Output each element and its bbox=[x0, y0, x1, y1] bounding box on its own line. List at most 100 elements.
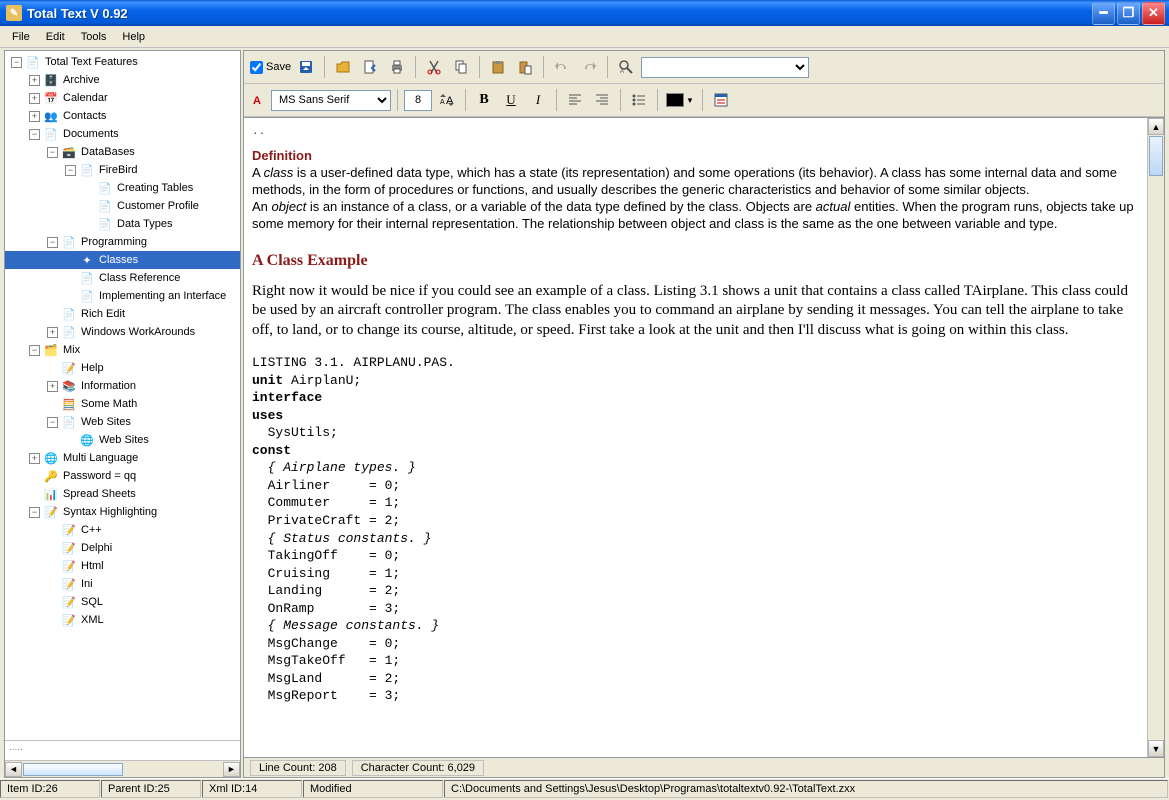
tree-item-icon: 🌐 bbox=[79, 432, 95, 448]
tree-expander[interactable]: + bbox=[29, 93, 40, 104]
tree-item[interactable]: 📄Class Reference bbox=[5, 269, 240, 287]
save-to-button[interactable] bbox=[294, 55, 318, 79]
bullets-button[interactable] bbox=[627, 88, 651, 112]
scroll-left-button[interactable]: ◄ bbox=[5, 762, 22, 777]
tree-item[interactable]: ✦Classes bbox=[5, 251, 240, 269]
search-combo[interactable] bbox=[641, 57, 809, 78]
tree-item[interactable]: 📊Spread Sheets bbox=[5, 485, 240, 503]
tree-expander[interactable]: − bbox=[29, 129, 40, 140]
tree-item[interactable]: +🗄️Archive bbox=[5, 71, 240, 89]
tree-item[interactable]: 📄Customer Profile bbox=[5, 197, 240, 215]
status-parent-id: Parent ID: 25 bbox=[101, 780, 201, 798]
font-size-input[interactable] bbox=[404, 90, 432, 111]
section-text: Right now it would be nice if you could … bbox=[252, 282, 1139, 341]
font-size-button[interactable]: AA bbox=[435, 88, 459, 112]
tree-item[interactable]: −🗂️Mix bbox=[5, 341, 240, 359]
tree-expander[interactable]: − bbox=[47, 147, 58, 158]
tree-expander[interactable]: − bbox=[47, 417, 58, 428]
tree-expander[interactable]: + bbox=[29, 111, 40, 122]
tree-item[interactable]: −📄Programming bbox=[5, 233, 240, 251]
tree-item-label: Ini bbox=[81, 578, 93, 590]
undo-button[interactable] bbox=[550, 55, 574, 79]
menu-help[interactable]: Help bbox=[114, 29, 153, 45]
open-button[interactable] bbox=[331, 55, 355, 79]
tree-item[interactable]: 📝Help bbox=[5, 359, 240, 377]
tree-item[interactable]: −📄FireBird bbox=[5, 161, 240, 179]
tree-item[interactable]: −🗃️DataBases bbox=[5, 143, 240, 161]
italic-button[interactable]: I bbox=[526, 88, 550, 112]
paste-special-button[interactable] bbox=[513, 55, 537, 79]
maximize-button[interactable]: ❐ bbox=[1117, 2, 1140, 25]
tree-expander[interactable]: + bbox=[47, 381, 58, 392]
align-right-button[interactable] bbox=[590, 88, 614, 112]
tree-item[interactable]: 📄Data Types bbox=[5, 215, 240, 233]
tree-expander[interactable]: − bbox=[65, 165, 76, 176]
tree-item[interactable]: 📄Rich Edit bbox=[5, 305, 240, 323]
sidebar-hscroll[interactable]: ◄ ► bbox=[5, 760, 240, 777]
bold-button[interactable]: B bbox=[472, 88, 496, 112]
menu-edit[interactable]: Edit bbox=[38, 29, 73, 45]
tree-item[interactable]: 🧮Some Math bbox=[5, 395, 240, 413]
tree-expander[interactable]: + bbox=[47, 327, 58, 338]
align-left-button[interactable] bbox=[563, 88, 587, 112]
tree-item[interactable]: 📝C++ bbox=[5, 521, 240, 539]
tree-item-label: Data Types bbox=[117, 218, 172, 230]
copy-button[interactable] bbox=[449, 55, 473, 79]
tree-item[interactable]: +📄Windows WorkArounds bbox=[5, 323, 240, 341]
tree-item[interactable]: 📄Creating Tables bbox=[5, 179, 240, 197]
menu-file[interactable]: File bbox=[4, 29, 38, 45]
tree-item[interactable]: −📄Documents bbox=[5, 125, 240, 143]
font-select[interactable]: MS Sans Serif bbox=[271, 90, 391, 111]
redo-button[interactable] bbox=[577, 55, 601, 79]
dialog-button[interactable] bbox=[709, 88, 733, 112]
find-button[interactable]: A bbox=[614, 55, 638, 79]
scroll-up-button[interactable]: ▲ bbox=[1148, 118, 1164, 135]
tree-item-label: Documents bbox=[63, 128, 119, 140]
tree-item[interactable]: −📄Total Text Features bbox=[5, 53, 240, 71]
svg-text:A: A bbox=[620, 69, 624, 75]
tree-item-icon: 📄 bbox=[79, 270, 95, 286]
scroll-vthumb[interactable] bbox=[1149, 136, 1163, 176]
scroll-down-button[interactable]: ▼ bbox=[1148, 740, 1164, 757]
tree-expander[interactable]: − bbox=[11, 57, 22, 68]
cut-button[interactable] bbox=[422, 55, 446, 79]
tree-expander[interactable]: − bbox=[29, 507, 40, 518]
tree-item[interactable]: +📚Information bbox=[5, 377, 240, 395]
tree-item[interactable]: +🌐Multi Language bbox=[5, 449, 240, 467]
paste-button[interactable] bbox=[486, 55, 510, 79]
tree-item-label: Information bbox=[81, 380, 136, 392]
underline-button[interactable]: U bbox=[499, 88, 523, 112]
tree-item[interactable]: 📝Delphi bbox=[5, 539, 240, 557]
close-button[interactable]: ✕ bbox=[1142, 2, 1165, 25]
scroll-thumb[interactable] bbox=[23, 763, 123, 776]
tree-item-label: Windows WorkArounds bbox=[81, 326, 195, 338]
tree-item[interactable]: 🌐Web Sites bbox=[5, 431, 240, 449]
tree-item[interactable]: 📄Implementing an Interface bbox=[5, 287, 240, 305]
background-color-button[interactable]: ▼ bbox=[664, 88, 696, 112]
tree-item[interactable]: +👥Contacts bbox=[5, 107, 240, 125]
menu-tools[interactable]: Tools bbox=[73, 29, 115, 45]
import-button[interactable] bbox=[358, 55, 382, 79]
save-checkbox-group[interactable]: Save bbox=[250, 61, 291, 74]
tree-item[interactable]: +📅Calendar bbox=[5, 89, 240, 107]
tree-expander[interactable]: − bbox=[29, 345, 40, 356]
tree-item[interactable]: 📝Html bbox=[5, 557, 240, 575]
tree-item[interactable]: 🔑Password = qq bbox=[5, 467, 240, 485]
tree-expander[interactable]: − bbox=[47, 237, 58, 248]
tree-item[interactable]: 📝Ini bbox=[5, 575, 240, 593]
save-checkbox[interactable] bbox=[250, 61, 263, 74]
app-icon: ✎ bbox=[6, 5, 22, 21]
tree-expander[interactable]: + bbox=[29, 75, 40, 86]
tree-item[interactable]: −📄Web Sites bbox=[5, 413, 240, 431]
editor-vscroll[interactable]: ▲ ▼ bbox=[1147, 118, 1164, 757]
tree-item-icon: 📝 bbox=[61, 594, 77, 610]
tree-expander[interactable]: + bbox=[29, 453, 40, 464]
document-tree[interactable]: −📄Total Text Features+🗄️Archive+📅Calenda… bbox=[5, 51, 240, 740]
tree-item[interactable]: −📝Syntax Highlighting bbox=[5, 503, 240, 521]
scroll-right-button[interactable]: ► bbox=[223, 762, 240, 777]
print-button[interactable] bbox=[385, 55, 409, 79]
tree-item[interactable]: 📝SQL bbox=[5, 593, 240, 611]
editor-content[interactable]: .. Definition A class is a user-defined … bbox=[244, 118, 1147, 757]
minimize-button[interactable]: ━ bbox=[1092, 2, 1115, 25]
tree-item[interactable]: 📝XML bbox=[5, 611, 240, 629]
